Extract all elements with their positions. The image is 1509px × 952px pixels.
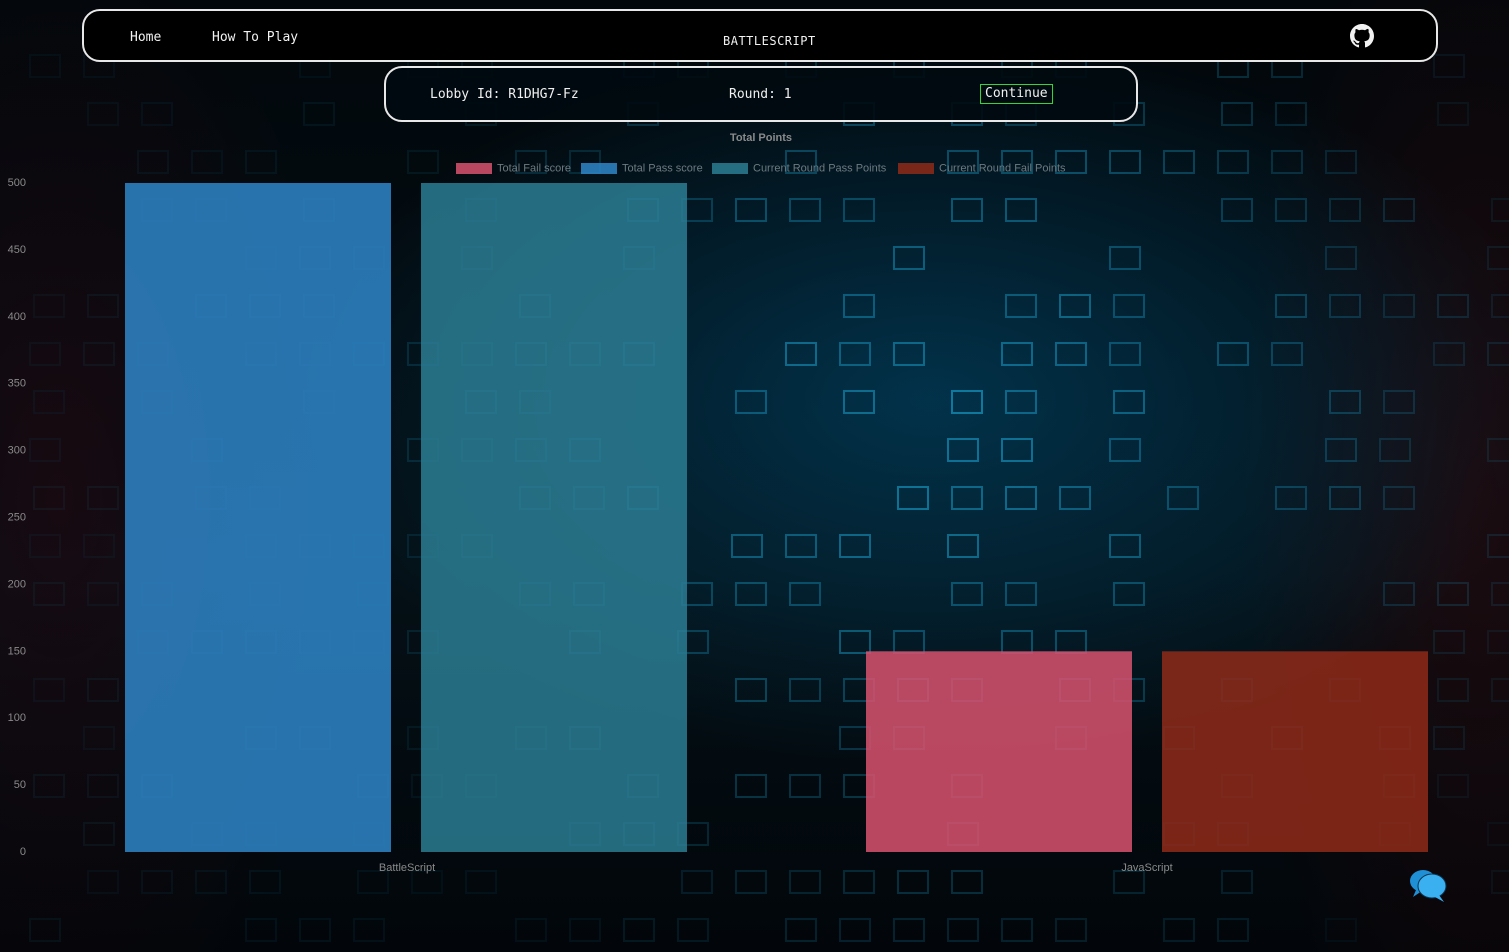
y-tick-label: 350 xyxy=(8,378,26,390)
legend-swatch[interactable] xyxy=(712,163,748,174)
y-tick-label: 100 xyxy=(8,712,26,724)
y-tick-label: 0 xyxy=(20,846,26,858)
x-tick-label: BattleScript xyxy=(379,862,435,874)
chart-bar[interactable] xyxy=(125,183,391,852)
y-tick-label: 450 xyxy=(8,244,26,256)
points-bar-chart: Total Points Total Fail score Total Pass s… xyxy=(8,132,1428,874)
y-tick-label: 150 xyxy=(8,645,26,657)
legend-label[interactable]: Total Fail score xyxy=(497,163,571,175)
y-tick-label: 50 xyxy=(14,779,26,791)
legend-swatch[interactable] xyxy=(456,163,492,174)
y-tick-label: 400 xyxy=(8,311,26,323)
chart-bar[interactable] xyxy=(1162,651,1428,852)
chart-title: Total Points xyxy=(730,132,792,144)
legend-label[interactable]: Current Round Pass Points xyxy=(753,163,887,175)
chat-bubbles-icon[interactable] xyxy=(1408,866,1448,904)
y-tick-label: 200 xyxy=(8,578,26,590)
legend-swatch[interactable] xyxy=(581,163,617,174)
y-tick-label: 500 xyxy=(8,177,26,189)
x-tick-label: JavaScript xyxy=(1121,862,1172,874)
y-tick-label: 250 xyxy=(8,512,26,524)
chart-bar[interactable] xyxy=(421,183,687,852)
legend-label[interactable]: Total Pass score xyxy=(622,163,703,175)
y-tick-label: 300 xyxy=(8,445,26,457)
chart-bar[interactable] xyxy=(866,651,1132,852)
legend-label[interactable]: Current Round Fail Points xyxy=(939,163,1066,175)
app-background: Home How To Play BATTLESCRIPT Lobby Id: … xyxy=(0,0,1509,952)
legend-swatch[interactable] xyxy=(898,163,934,174)
